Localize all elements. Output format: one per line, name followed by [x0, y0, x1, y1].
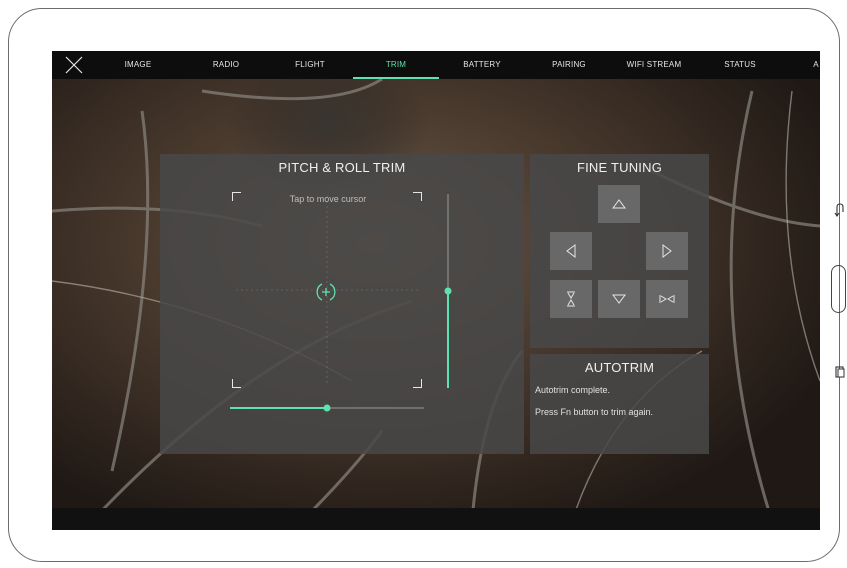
bottom-bar [52, 508, 820, 530]
tab-radio[interactable]: RADIO [206, 60, 246, 76]
fine-down-button[interactable] [598, 280, 640, 318]
fine-left-button[interactable] [550, 232, 592, 270]
tab-flight[interactable]: FLIGHT [288, 60, 332, 76]
arrow-up-icon [612, 199, 626, 209]
compress-horizontal-icon [659, 295, 675, 303]
fine-compress-vertical-button[interactable] [550, 280, 592, 318]
tab-image[interactable]: IMAGE [118, 60, 158, 76]
autotrim-status: Autotrim complete. [535, 385, 611, 395]
arrow-right-icon [662, 244, 672, 258]
arrow-left-icon [566, 244, 576, 258]
app-screen: IMAGE RADIO FLIGHT TRIM BATTERY PAIRING … [52, 51, 820, 530]
autotrim-title: AUTOTRIM [584, 360, 655, 375]
roll-trim-slider[interactable] [230, 402, 424, 414]
close-icon[interactable] [64, 56, 84, 74]
arrow-down-icon [612, 294, 626, 304]
fine-up-button[interactable] [598, 185, 640, 223]
touchpad-corner-top-right [413, 192, 422, 201]
pitch-trim-slider[interactable] [440, 194, 456, 388]
back-icon[interactable] [834, 203, 846, 217]
fine-tuning-title: FINE TUNING [576, 160, 663, 175]
tab-more[interactable]: A [810, 60, 820, 76]
fine-tuning-panel: FINE TUNING [530, 154, 709, 348]
active-tab-indicator [353, 77, 439, 79]
trim-cursor-icon[interactable] [315, 281, 337, 303]
compress-vertical-icon [567, 291, 575, 307]
fine-compress-horizontal-button[interactable] [646, 280, 688, 318]
home-button[interactable] [831, 265, 846, 313]
tab-status[interactable]: STATUS [718, 60, 762, 76]
pitch-roll-trim-title: PITCH & ROLL TRIM [278, 160, 406, 175]
tab-battery[interactable]: BATTERY [457, 60, 507, 76]
settings-tab-bar: IMAGE RADIO FLIGHT TRIM BATTERY PAIRING … [52, 51, 820, 79]
recent-apps-icon[interactable] [835, 366, 845, 378]
tab-trim[interactable]: TRIM [376, 60, 416, 76]
fine-right-button[interactable] [646, 232, 688, 270]
touchpad-corner-bottom-left [232, 379, 241, 388]
autotrim-instruction: Press Fn button to trim again. [535, 407, 654, 417]
touchpad-corner-top-left [232, 192, 241, 201]
pitch-roll-trim-panel: PITCH & ROLL TRIM Tap to move cursor [160, 154, 524, 454]
touchpad-corner-bottom-right [413, 379, 422, 388]
autotrim-panel: AUTOTRIM Autotrim complete. Press Fn but… [530, 354, 709, 454]
tab-wifi-stream[interactable]: WIFI STREAM [624, 60, 684, 76]
touchpad-hint: Tap to move cursor [289, 194, 367, 204]
tab-pairing[interactable]: PAIRING [544, 60, 594, 76]
